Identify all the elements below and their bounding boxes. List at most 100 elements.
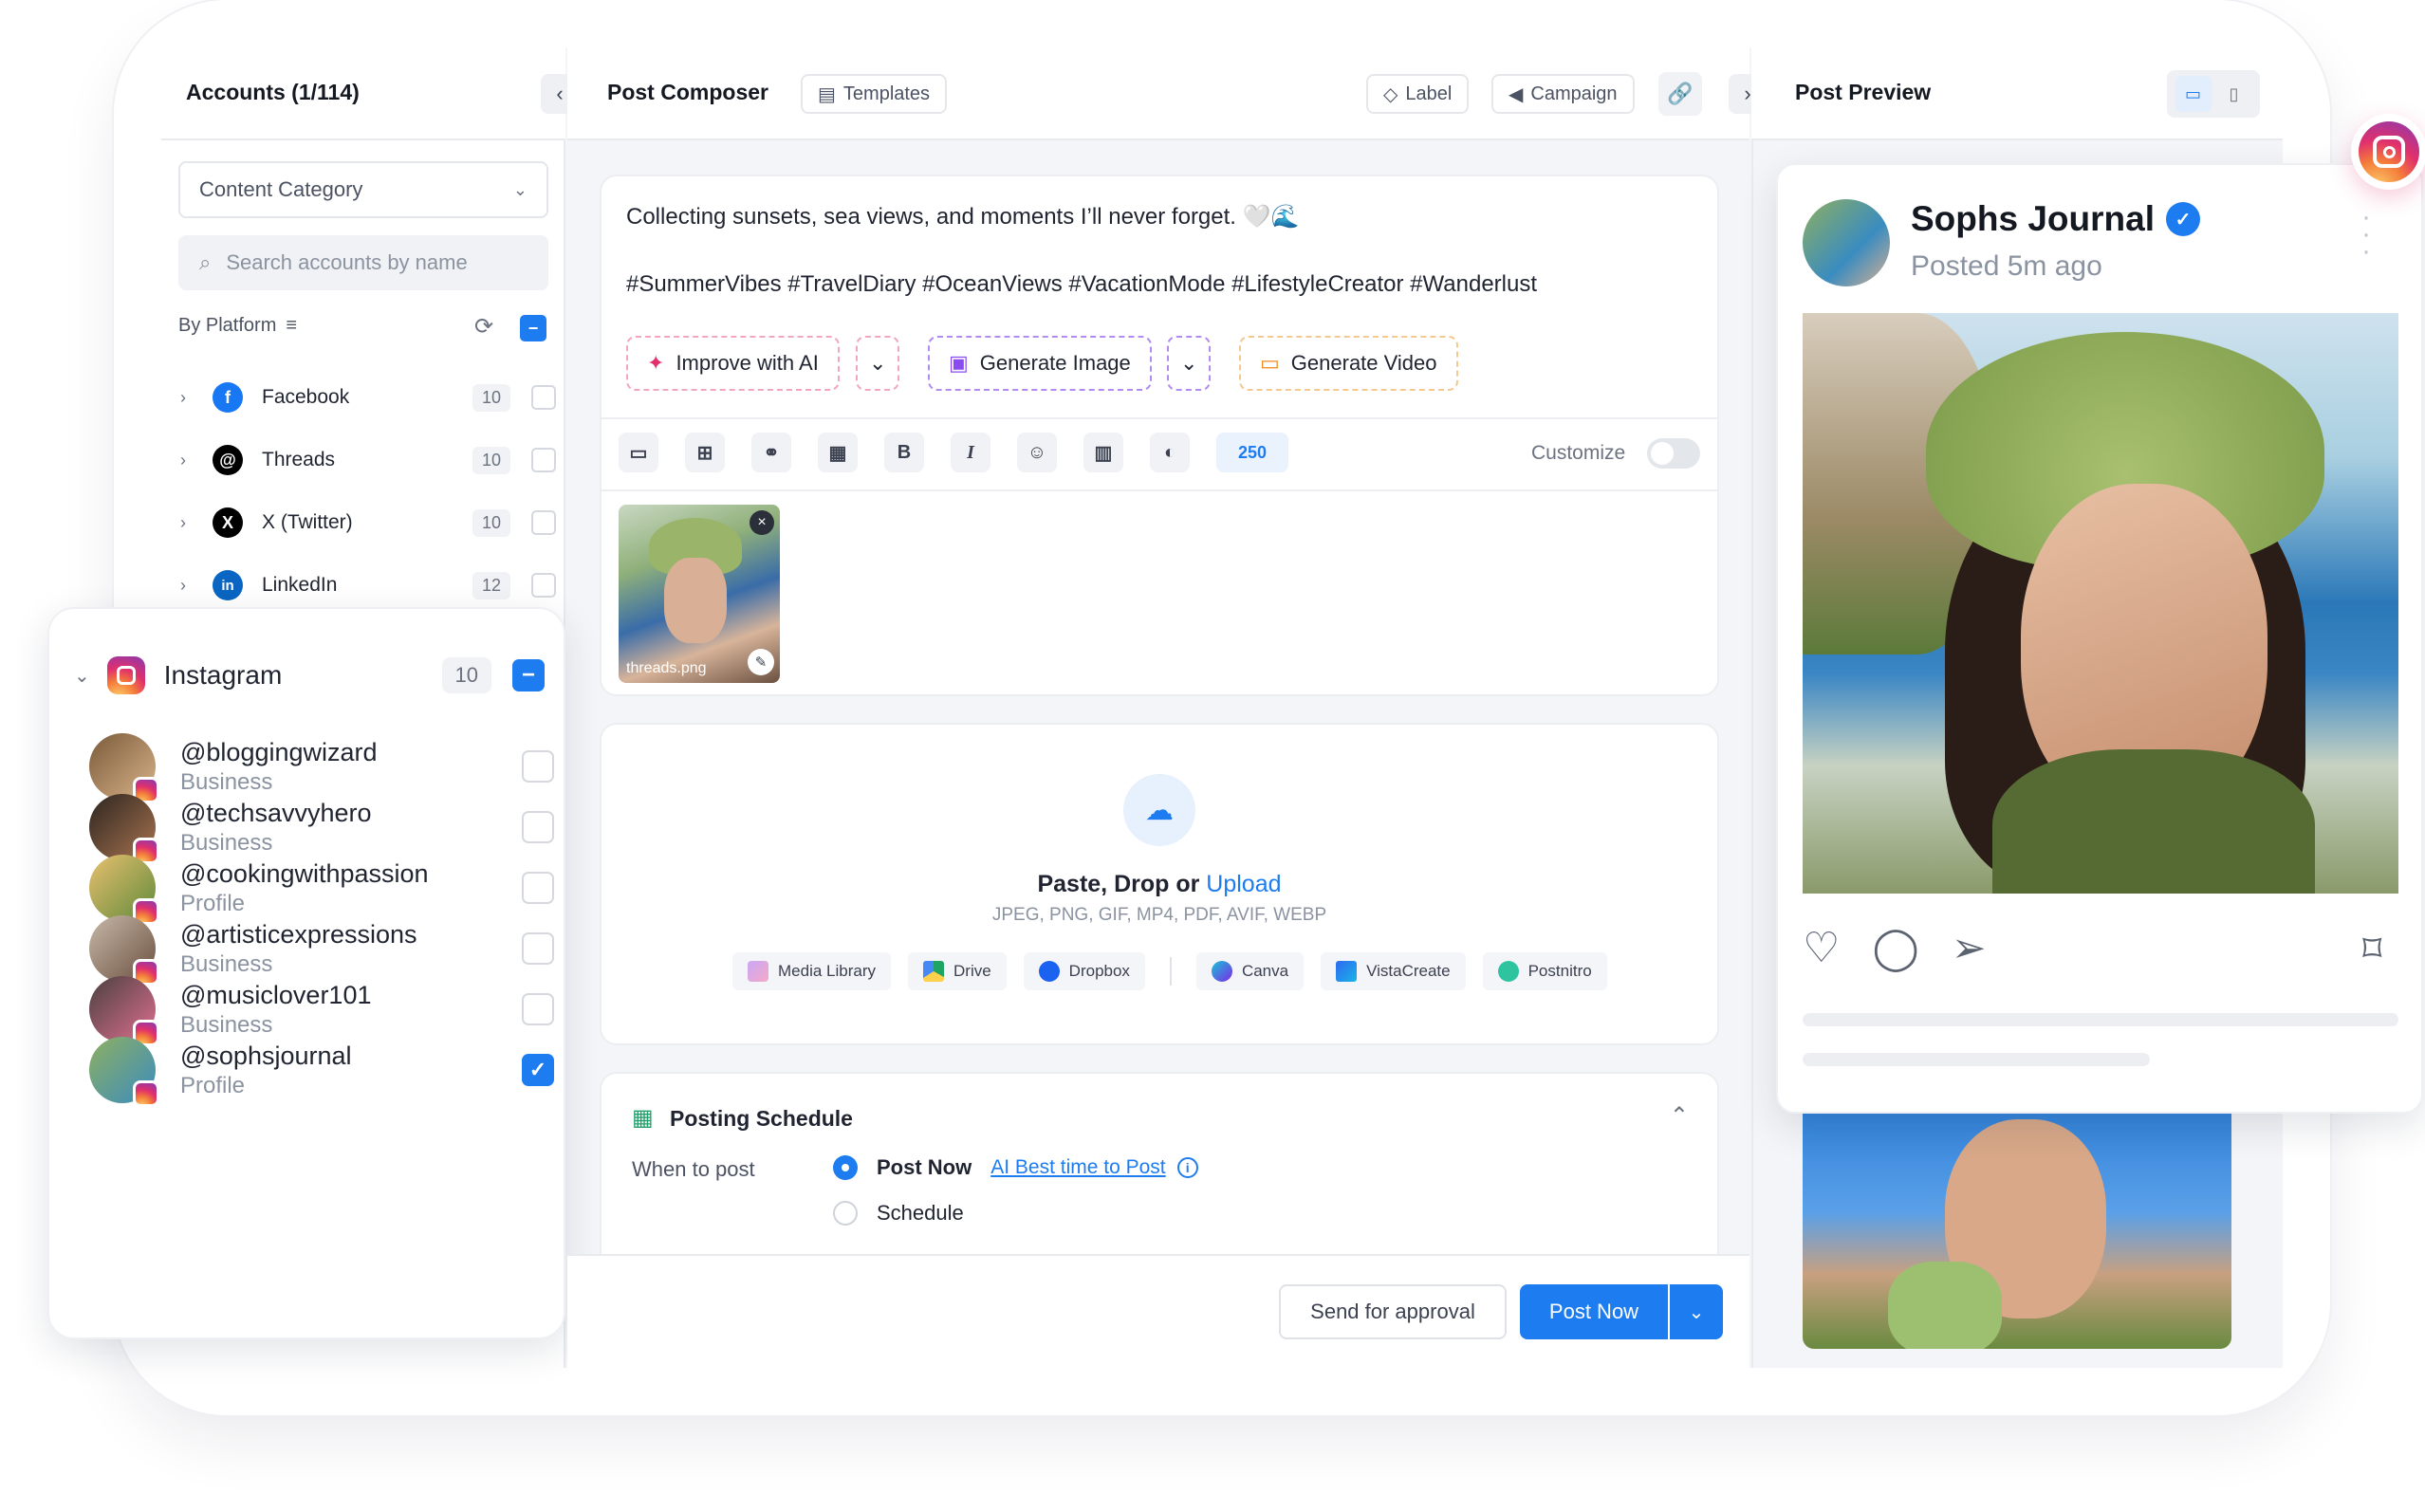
edit-attachment-icon[interactable]: ✎	[748, 649, 774, 675]
account-checkbox[interactable]	[522, 811, 554, 843]
heart-icon[interactable]: ♡	[1803, 924, 1840, 972]
preview-post-image	[1803, 313, 2398, 894]
toggle-knob	[1651, 442, 1674, 465]
chevron-up-icon[interactable]: ⌃	[1670, 1102, 1689, 1130]
radio-unselected[interactable]	[833, 1201, 858, 1226]
account-checkbox[interactable]	[522, 872, 554, 904]
cloud-upload-icon: ☁	[1123, 774, 1195, 846]
instagram-label: Instagram	[163, 660, 283, 690]
platform-row-facebook[interactable]: › f Facebook 10	[180, 374, 556, 421]
calendar-icon[interactable]: ▦	[818, 433, 858, 472]
preview-title: Post Preview	[1795, 80, 1932, 104]
palette-icon[interactable]: ◐	[1150, 433, 1190, 472]
ai-best-time-link[interactable]: AI Best time to Post	[990, 1156, 1165, 1179]
schedule-title: Posting Schedule	[670, 1106, 853, 1131]
linkedin-icon: in	[213, 570, 243, 600]
bold-icon[interactable]: B	[884, 433, 924, 472]
generate-image-dropdown[interactable]: ⌄	[1167, 336, 1212, 391]
bookmark-icon[interactable]: ⌑	[2362, 928, 2382, 971]
postnitro-button[interactable]: Postnitro	[1482, 952, 1607, 990]
media-library-button[interactable]: Media Library	[732, 952, 891, 990]
platform-checkbox[interactable]	[531, 510, 556, 535]
caption-skeleton	[1803, 1053, 2150, 1066]
divider	[1169, 957, 1172, 986]
more-options-icon[interactable]: · · ·	[2357, 203, 2376, 266]
radio-selected[interactable]	[833, 1155, 858, 1180]
emoji-icon[interactable]: ☺	[1017, 433, 1057, 472]
instagram-select-checkbox[interactable]: −	[512, 659, 545, 691]
mobile-icon[interactable]: ▯	[2216, 76, 2252, 112]
platform-label: Threads	[262, 449, 336, 470]
italic-icon[interactable]: I	[951, 433, 990, 472]
generate-video-label: Generate Video	[1290, 351, 1437, 375]
calendar-icon: ▦	[632, 1105, 654, 1131]
save-icon[interactable]: ▭	[619, 433, 658, 472]
content-category-select[interactable]: Content Category ⌄	[178, 161, 548, 218]
canva-icon	[1211, 961, 1232, 982]
platform-checkbox[interactable]	[531, 448, 556, 472]
account-checkbox[interactable]	[522, 993, 554, 1025]
schedule-option[interactable]: Schedule	[833, 1201, 964, 1226]
vistacreate-button[interactable]: VistaCreate	[1321, 952, 1466, 990]
send-for-approval-button[interactable]: Send for approval	[1279, 1284, 1507, 1339]
improve-ai-dropdown[interactable]: ⌄	[856, 336, 900, 391]
caption-line-1[interactable]: Collecting sunsets, sea views, and momen…	[626, 203, 1299, 230]
platform-row-threads[interactable]: › @ Threads 10	[180, 436, 556, 484]
instagram-group-header[interactable]: ⌄ Instagram 10 −	[74, 656, 545, 694]
attachment-thumbnail[interactable]: × ✎ threads.png	[619, 505, 780, 683]
upload-dropzone[interactable]: ☁ Paste, Drop or Upload JPEG, PNG, GIF, …	[600, 723, 1719, 1045]
post-now-option[interactable]: Post Now AI Best time to Post i	[833, 1155, 1198, 1180]
filter-icon: ≡	[286, 315, 298, 336]
info-icon[interactable]: i	[1176, 1157, 1198, 1178]
remove-attachment-icon[interactable]: ×	[750, 510, 774, 535]
post-now-dropdown[interactable]: ⌄	[1670, 1284, 1723, 1339]
share-icon[interactable]: ➢	[1952, 924, 1987, 972]
platform-checkbox[interactable]	[531, 385, 556, 410]
platform-count: 10	[472, 508, 510, 537]
canva-button[interactable]: Canva	[1195, 952, 1305, 990]
account-checkbox[interactable]	[522, 932, 554, 965]
desktop-icon[interactable]: ▭	[2175, 76, 2212, 112]
account-checkbox[interactable]	[522, 750, 554, 783]
preview-actions: ♡ ◯ ➢	[1803, 924, 1987, 972]
platform-count: 12	[472, 571, 510, 599]
link-icon[interactable]: 🔗	[1658, 72, 1702, 116]
templates-button[interactable]: ▤ Templates	[801, 74, 948, 114]
generate-image-button[interactable]: ▣ Generate Image	[928, 336, 1152, 391]
dropbox-button[interactable]: Dropbox	[1023, 952, 1145, 990]
improve-ai-button[interactable]: ✦ Improve with AI	[626, 336, 840, 391]
link-icon[interactable]: ⚭	[751, 433, 791, 472]
source-label: Drive	[953, 962, 991, 980]
account-handle: @bloggingwizard	[180, 738, 378, 766]
label-label: Label	[1405, 83, 1453, 104]
platform-checkbox[interactable]	[531, 573, 556, 598]
account-row[interactable]: @sophsjournal Profile ✓	[89, 1032, 554, 1108]
post-now-button[interactable]: Post Now	[1520, 1284, 1668, 1339]
by-platform-filter[interactable]: By Platform ≡	[178, 315, 297, 337]
video-icon: ▭	[1260, 351, 1280, 375]
customize-toggle[interactable]	[1647, 438, 1700, 469]
source-label: Dropbox	[1068, 962, 1130, 980]
facebook-icon: f	[213, 382, 243, 413]
platform-row-linkedin[interactable]: › in LinkedIn 12	[180, 562, 556, 609]
campaign-button[interactable]: ◀ Campaign	[1491, 74, 1635, 114]
chart-icon[interactable]: ▥	[1083, 433, 1123, 472]
upload-link[interactable]: Upload	[1206, 871, 1281, 897]
search-accounts-input[interactable]: ⌕ Search accounts by name	[178, 235, 548, 290]
account-checkbox-checked[interactable]: ✓	[522, 1054, 554, 1086]
top-garment	[1992, 749, 2315, 894]
chevron-down-icon: ⌄	[869, 351, 887, 375]
generate-video-button[interactable]: ▭ Generate Video	[1239, 336, 1458, 391]
drive-button[interactable]: Drive	[908, 952, 1007, 990]
content-category-value: Content Category	[199, 177, 363, 201]
account-handle: @sophsjournal	[180, 1042, 352, 1070]
chevron-right-icon: ›	[180, 387, 186, 407]
caption-hashtags[interactable]: #SummerVibes #TravelDiary #OceanViews #V…	[626, 271, 1537, 298]
add-media-icon[interactable]: ⊞	[685, 433, 725, 472]
refresh-icon[interactable]: ⟳	[474, 313, 493, 341]
next-post-image	[1803, 1100, 2231, 1349]
select-all-checkbox[interactable]: −	[520, 315, 546, 341]
label-button[interactable]: ◇ Label	[1366, 74, 1470, 114]
comment-icon[interactable]: ◯	[1872, 924, 1918, 972]
platform-row-x[interactable]: › X X (Twitter) 10	[180, 499, 556, 546]
